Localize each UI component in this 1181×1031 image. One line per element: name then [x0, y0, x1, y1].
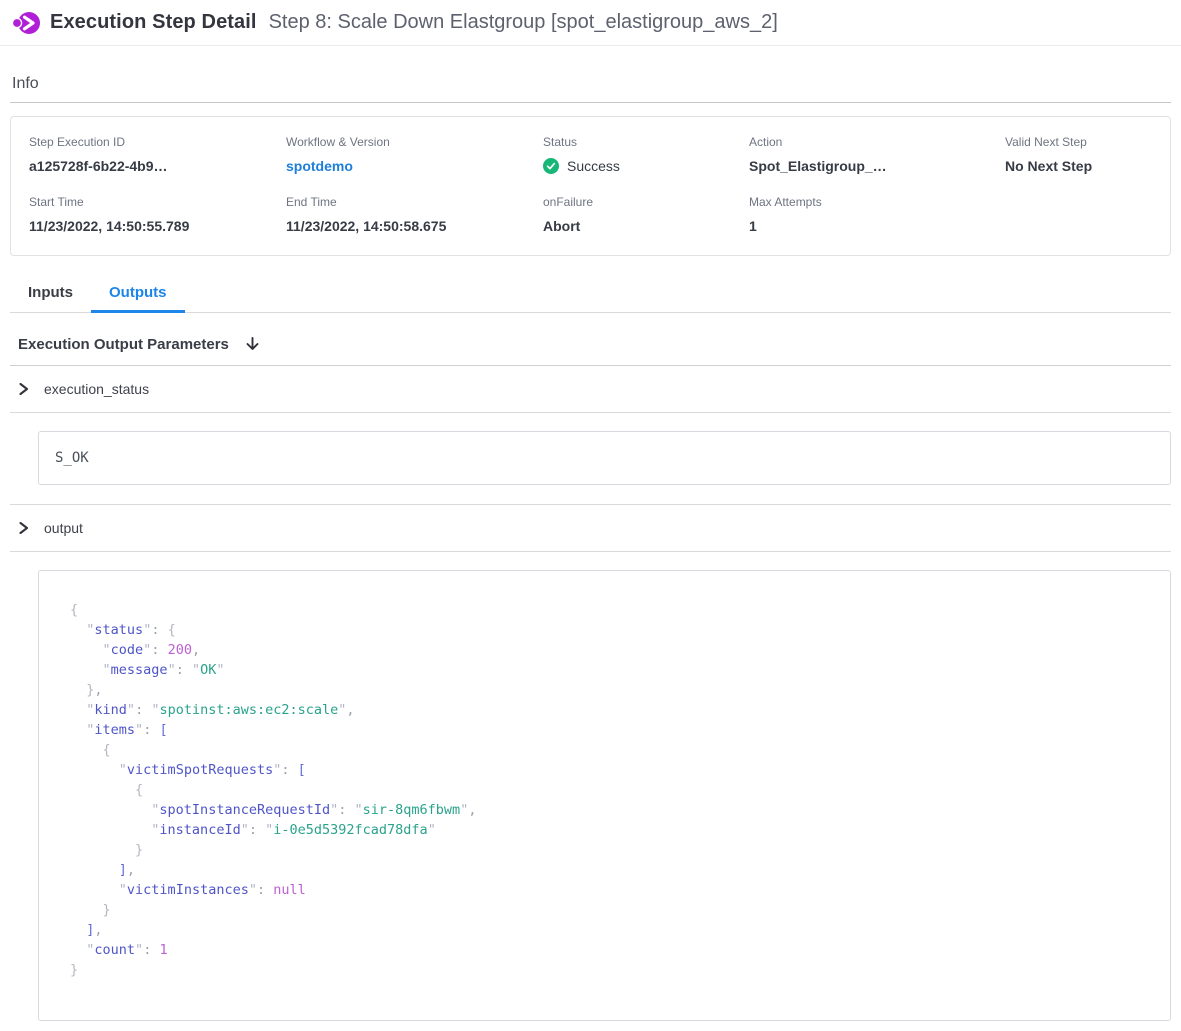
download-icon[interactable] — [244, 336, 261, 353]
tabs: Inputs Outputs — [10, 276, 1171, 313]
param-name-execution-status: execution_status — [44, 381, 149, 397]
field-value: 11/23/2022, 14:50:55.789 — [29, 218, 286, 234]
field-label: onFailure — [543, 195, 749, 209]
field-value: 1 — [749, 218, 1005, 234]
field-label: Valid Next Step — [1005, 135, 1152, 149]
field-label: Status — [543, 135, 749, 149]
chevron-right-icon — [18, 383, 29, 395]
field-value: Abort — [543, 218, 749, 234]
field-action: Action Spot_Elastigroup_… — [749, 135, 1005, 174]
field-end-time: End Time 11/23/2022, 14:50:58.675 — [286, 195, 543, 234]
success-check-icon — [543, 158, 559, 174]
page-title: Execution Step Detail — [50, 11, 257, 34]
output-json-box: { "status": { "code": 200, "message": "O… — [38, 570, 1171, 1021]
header: Execution Step Detail Step 8: Scale Down… — [0, 0, 1181, 46]
spot-logo-icon — [12, 9, 40, 37]
field-label: Max Attempts — [749, 195, 1005, 209]
field-step-execution-id: Step Execution ID a125728f-6b22-4b9… — [29, 135, 286, 174]
workflow-link[interactable]: spotdemo — [286, 158, 353, 174]
info-card: Step Execution ID a125728f-6b22-4b9… Wor… — [10, 116, 1171, 256]
tab-outputs[interactable]: Outputs — [91, 276, 185, 312]
field-max-attempts: Max Attempts 1 — [749, 195, 1005, 234]
field-workflow-version: Workflow & Version spotdemo — [286, 135, 543, 174]
status-badge: Success — [543, 158, 749, 174]
field-label: Workflow & Version — [286, 135, 543, 149]
info-section-title: Info — [10, 46, 1171, 103]
execution-status-value: S_OK — [55, 450, 89, 466]
param-row-execution-status[interactable]: execution_status — [10, 366, 1171, 413]
status-text: Success — [567, 158, 620, 174]
field-label: Start Time — [29, 195, 286, 209]
content: Info Step Execution ID a125728f-6b22-4b9… — [0, 46, 1181, 1021]
output-parameters-header: Execution Output Parameters — [10, 336, 1171, 366]
field-start-time: Start Time 11/23/2022, 14:50:55.789 — [29, 195, 286, 234]
field-valid-next-step: Valid Next Step No Next Step — [1005, 135, 1152, 174]
field-value: 11/23/2022, 14:50:58.675 — [286, 218, 543, 234]
param-row-output[interactable]: output — [10, 505, 1171, 552]
field-onfailure: onFailure Abort — [543, 195, 749, 234]
field-empty — [1005, 195, 1152, 234]
field-label: Action — [749, 135, 1005, 149]
execution-status-value-box: S_OK — [38, 431, 1171, 485]
field-label: Step Execution ID — [29, 135, 286, 149]
output-parameters-title: Execution Output Parameters — [18, 336, 229, 353]
execution-step-detail-page: Execution Step Detail Step 8: Scale Down… — [0, 0, 1181, 1021]
field-label: End Time — [286, 195, 543, 209]
output-json-code: { "status": { "code": 200, "message": "O… — [70, 600, 1154, 980]
page-subtitle: Step 8: Scale Down Elastgroup [spot_elas… — [269, 11, 778, 34]
field-value: a125728f-6b22-4b9… — [29, 158, 286, 174]
field-status: Status Success — [543, 135, 749, 174]
tab-inputs[interactable]: Inputs — [10, 276, 91, 312]
chevron-right-icon — [18, 522, 29, 534]
field-value: Spot_Elastigroup_… — [749, 158, 1005, 174]
param-name-output: output — [44, 520, 83, 536]
field-value: No Next Step — [1005, 158, 1152, 174]
